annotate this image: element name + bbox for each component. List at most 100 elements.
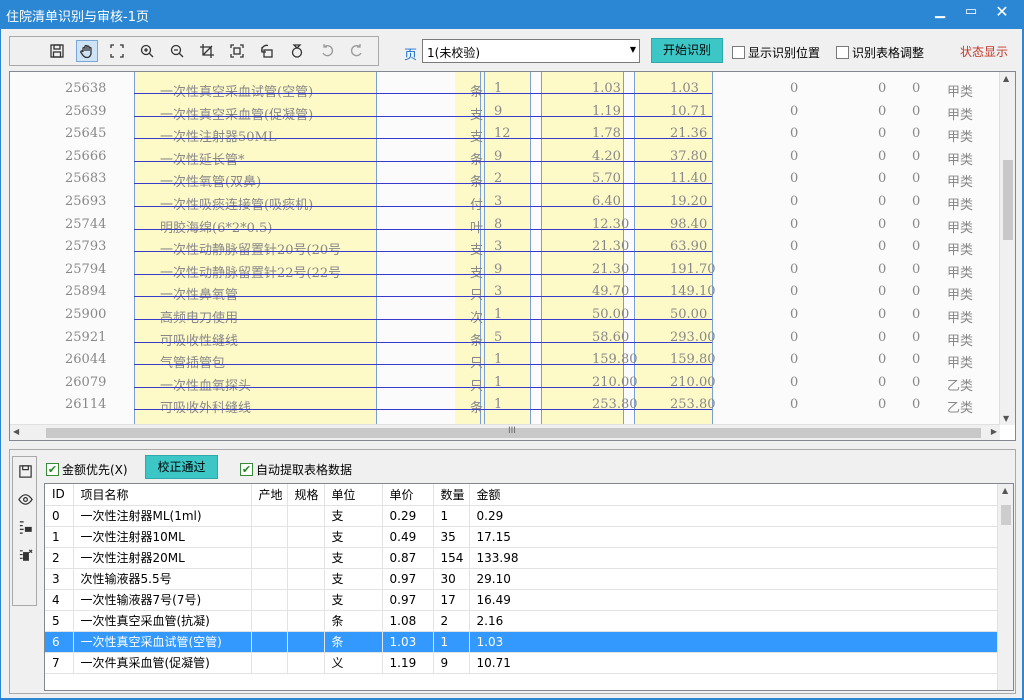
viewer-horizontal-scrollbar[interactable]: ◀ III ▶ <box>10 424 1000 440</box>
cell-origin[interactable] <box>251 631 288 653</box>
cell-name[interactable]: 一次性输液器7号(7号) <box>73 589 252 611</box>
cell-unit[interactable]: 支 <box>324 505 383 527</box>
rotate-right-icon[interactable] <box>286 40 308 62</box>
redo-icon[interactable] <box>346 40 368 62</box>
show-position-checkbox[interactable]: 显示识别位置 <box>732 44 820 61</box>
cell-spec[interactable] <box>287 589 325 611</box>
col-header-qty[interactable]: 数量 <box>433 484 470 506</box>
cell-amount[interactable]: 10.71 <box>469 652 1000 674</box>
cell-price[interactable]: 1.03 <box>382 631 434 653</box>
select-icon[interactable] <box>106 40 128 62</box>
scroll-up-icon[interactable]: ▲ <box>1002 486 1008 495</box>
table-row[interactable]: 1 一次性注射器10ML 支 0.49 35 17.15 <box>45 526 1000 548</box>
minimize-button[interactable]: ▁ <box>925 1 955 23</box>
cell-id[interactable]: 1 <box>45 526 74 548</box>
eye-icon[interactable] <box>15 489 35 509</box>
scroll-up-icon[interactable]: ▲ <box>1003 74 1009 83</box>
cell-amount[interactable]: 16.49 <box>469 589 1000 611</box>
table-row[interactable]: 5 一次性真空采血管(抗凝) 条 1.08 2 2.16 <box>45 610 1000 632</box>
zoom-in-icon[interactable] <box>136 40 158 62</box>
cell-name[interactable]: 一次性注射器20ML <box>73 547 252 569</box>
cell-amount[interactable]: 17.15 <box>469 526 1000 548</box>
scroll-thumb[interactable] <box>1001 505 1011 525</box>
table-row[interactable]: 2 一次性注射器20ML 支 0.87 154 133.98 <box>45 547 1000 569</box>
scroll-right-icon[interactable]: ▶ <box>991 427 997 436</box>
cell-id[interactable]: 7 <box>45 652 74 674</box>
cell-spec[interactable] <box>287 526 325 548</box>
amount-priority-checkbox[interactable]: ✔ 金额优先(X) <box>46 461 128 478</box>
close-button[interactable]: ✕ <box>987 1 1017 23</box>
cell-qty[interactable]: 30 <box>433 568 470 590</box>
cell-spec[interactable] <box>287 631 325 653</box>
scroll-down-icon[interactable]: ▼ <box>1003 414 1009 423</box>
cell-name[interactable]: 一次性真空采血试管(空管) <box>73 631 252 653</box>
cell-price[interactable]: 0.87 <box>382 547 434 569</box>
hand-icon[interactable] <box>76 40 98 62</box>
cell-amount[interactable]: 0.29 <box>469 505 1000 527</box>
table-adjust-checkbox[interactable]: 识别表格调整 <box>836 44 924 61</box>
cell-unit[interactable]: 支 <box>324 526 383 548</box>
cell-qty[interactable]: 9 <box>433 652 470 674</box>
split-icon[interactable] <box>15 517 35 537</box>
col-header-price[interactable]: 单价 <box>382 484 434 506</box>
correction-pass-button[interactable]: 校正通过 <box>145 455 218 479</box>
cell-origin[interactable] <box>251 652 288 674</box>
cell-id[interactable]: 6 <box>45 631 74 653</box>
start-recognition-button[interactable]: 开始识别 <box>651 38 723 63</box>
cell-spec[interactable] <box>287 652 325 674</box>
cell-id[interactable]: 2 <box>45 547 74 569</box>
cell-origin[interactable] <box>251 547 288 569</box>
cell-qty[interactable]: 1 <box>433 505 470 527</box>
cell-id[interactable]: 5 <box>45 610 74 632</box>
save-icon[interactable] <box>46 40 68 62</box>
col-header-origin[interactable]: 产地 <box>251 484 288 506</box>
cell-unit[interactable]: 义 <box>324 652 383 674</box>
cell-id[interactable]: 4 <box>45 589 74 611</box>
cell-origin[interactable] <box>251 526 288 548</box>
save-icon[interactable] <box>15 461 35 481</box>
checkmark-icon[interactable]: ✔ <box>46 463 59 476</box>
items-grid[interactable]: ID 项目名称 产地 规格 单位 单价 数量 金额 0 一次性注射器ML(1ml)… <box>44 483 1014 691</box>
cell-id[interactable]: 3 <box>45 568 74 590</box>
col-header-name[interactable]: 项目名称 <box>73 484 252 506</box>
cell-name[interactable]: 一次件真采血管(促凝管) <box>73 652 252 674</box>
cell-amount[interactable]: 1.03 <box>469 631 1000 653</box>
cell-price[interactable]: 0.97 <box>382 589 434 611</box>
cell-unit[interactable]: 条 <box>324 610 383 632</box>
auto-extract-checkbox[interactable]: ✔ 自动提取表格数据 <box>240 461 352 478</box>
undo-icon[interactable] <box>316 40 338 62</box>
state-show-link[interactable]: 状态显示 <box>960 43 1008 60</box>
cell-unit[interactable]: 支 <box>324 589 383 611</box>
cell-origin[interactable] <box>251 589 288 611</box>
rotate-left-icon[interactable] <box>256 40 278 62</box>
cell-name[interactable]: 一次性注射器ML(1ml) <box>73 505 252 527</box>
cell-qty[interactable]: 17 <box>433 589 470 611</box>
cell-qty[interactable]: 154 <box>433 547 470 569</box>
cell-price[interactable]: 0.49 <box>382 526 434 548</box>
cell-spec[interactable] <box>287 610 325 632</box>
crop-icon[interactable] <box>196 40 218 62</box>
cell-amount[interactable]: 133.98 <box>469 547 1000 569</box>
cell-spec[interactable] <box>287 547 325 569</box>
fit-icon[interactable] <box>226 40 248 62</box>
cell-origin[interactable] <box>251 610 288 632</box>
table-row[interactable]: 4 一次性输液器7号(7号) 支 0.97 17 16.49 <box>45 589 1000 611</box>
grid-vertical-scrollbar[interactable]: ▲ <box>997 484 1013 690</box>
col-header-amount[interactable]: 金额 <box>469 484 1000 506</box>
viewer-vertical-scrollbar[interactable]: ▲ ▼ <box>999 72 1015 425</box>
scroll-thumb[interactable] <box>1003 160 1013 240</box>
cell-unit[interactable]: 支 <box>324 568 383 590</box>
cell-price[interactable]: 1.19 <box>382 652 434 674</box>
table-row[interactable]: 6 一次性真空采血试管(空管) 条 1.03 1 1.03 <box>45 631 1000 653</box>
cell-amount[interactable]: 2.16 <box>469 610 1000 632</box>
cell-spec[interactable] <box>287 568 325 590</box>
cell-unit[interactable]: 支 <box>324 547 383 569</box>
cell-amount[interactable]: 29.10 <box>469 568 1000 590</box>
cell-qty[interactable]: 1 <box>433 631 470 653</box>
cell-origin[interactable] <box>251 568 288 590</box>
cell-name[interactable]: 次性输液器5.5号 <box>73 568 252 590</box>
cell-price[interactable]: 1.08 <box>382 610 434 632</box>
export-icon[interactable] <box>15 545 35 565</box>
cell-origin[interactable] <box>251 505 288 527</box>
checkbox-box[interactable] <box>732 46 745 59</box>
